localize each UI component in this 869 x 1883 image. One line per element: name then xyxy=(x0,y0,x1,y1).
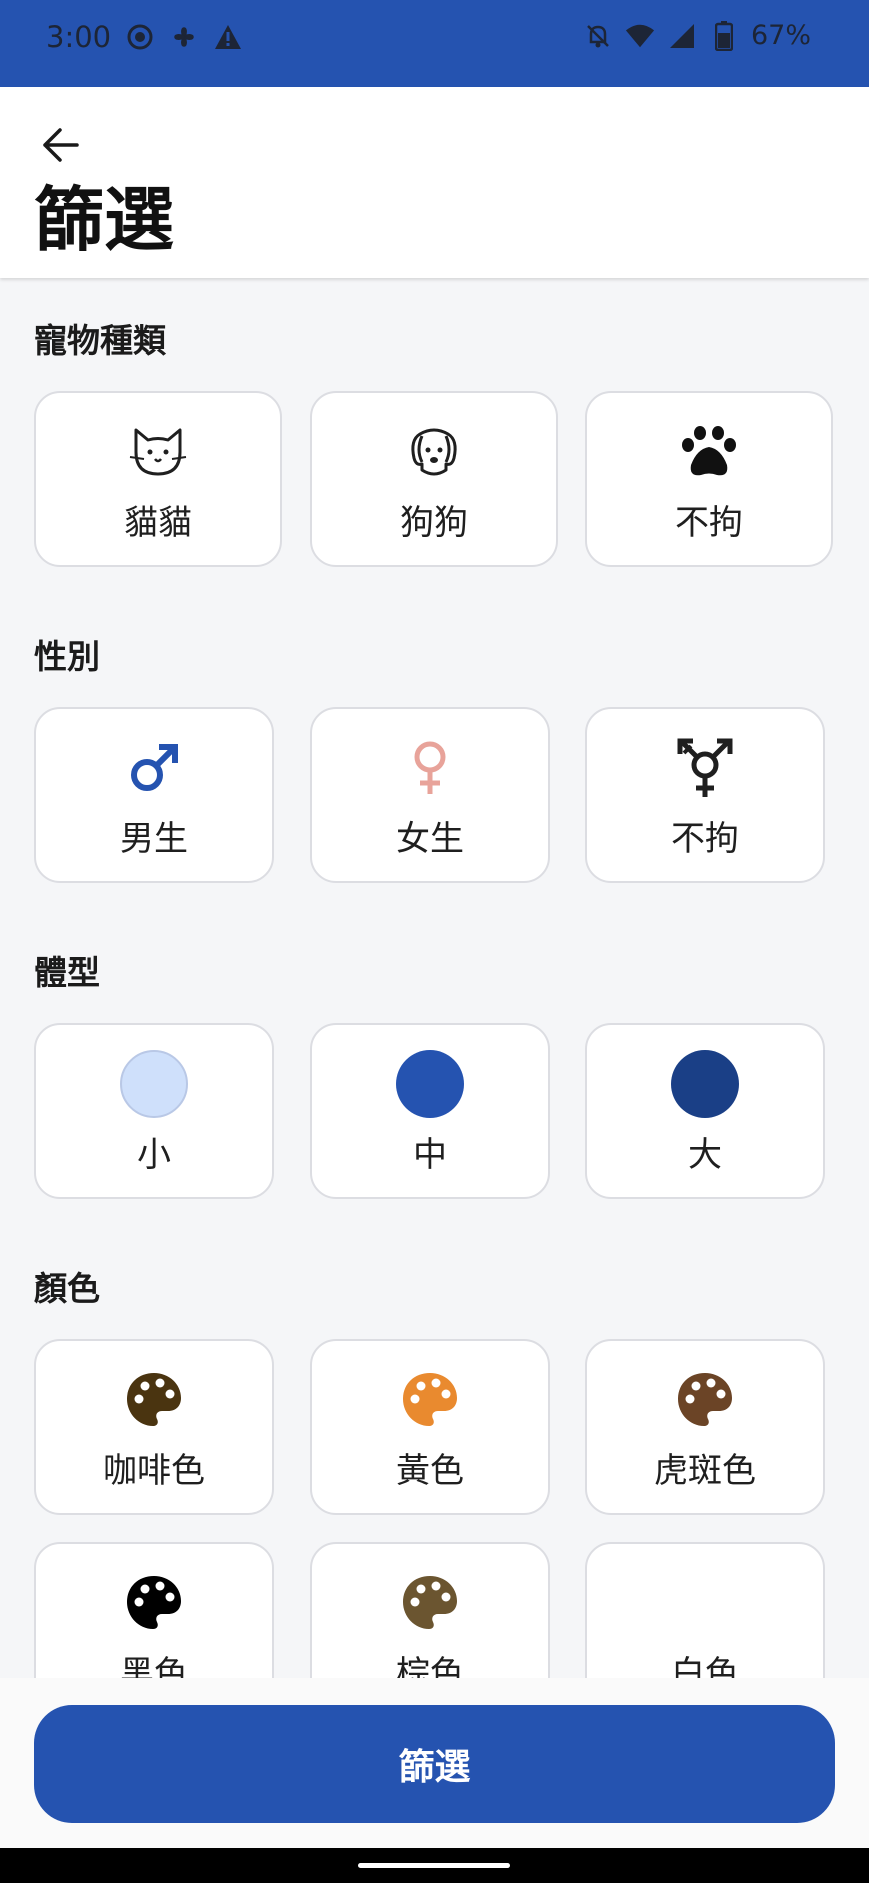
option-label: 男生 xyxy=(120,819,188,859)
palette-icon xyxy=(395,1371,465,1429)
palette-icon xyxy=(670,1371,740,1429)
option-label: 咖啡色 xyxy=(103,1451,205,1491)
option-label: 大 xyxy=(688,1135,722,1175)
palette-icon xyxy=(119,1371,189,1429)
filter-content[interactable]: 寵物種類 貓貓 狗狗 不拘 性別 男生 女生 不拘 體型 小 中 大 顏色 咖啡… xyxy=(0,278,869,1678)
status-bar: 3:00 67% xyxy=(0,0,869,87)
option-color-yellow[interactable]: 黃色 xyxy=(310,1339,550,1515)
palette-icon xyxy=(119,1574,189,1632)
option-color-brown[interactable]: 棕色 xyxy=(310,1542,550,1678)
option-color-white[interactable]: 白色 xyxy=(585,1542,825,1678)
screen-record-icon xyxy=(125,22,155,52)
female-icon xyxy=(395,739,465,797)
battery-icon xyxy=(709,20,739,51)
app-header: 篩選 xyxy=(0,87,869,278)
option-label: 黃色 xyxy=(396,1451,464,1491)
bottom-action-bar: 篩選 xyxy=(0,1678,869,1848)
option-color-tabby[interactable]: 虎斑色 xyxy=(585,1339,825,1515)
option-label: 虎斑色 xyxy=(654,1451,756,1491)
option-size-large[interactable]: 大 xyxy=(585,1023,825,1199)
back-button[interactable] xyxy=(34,119,86,171)
status-right: 67% xyxy=(583,20,811,51)
fan-icon xyxy=(169,22,199,52)
option-label: 女生 xyxy=(396,819,464,859)
option-label: 黑色 xyxy=(120,1654,188,1678)
paw-icon xyxy=(674,423,744,481)
section-title-color: 顏色 xyxy=(34,1269,100,1308)
palette-icon xyxy=(395,1574,465,1632)
option-label: 貓貓 xyxy=(124,503,192,543)
option-pet-dog[interactable]: 狗狗 xyxy=(310,391,558,567)
option-color-coffee[interactable]: 咖啡色 xyxy=(34,1339,274,1515)
warning-icon xyxy=(213,22,243,52)
option-label: 不拘 xyxy=(671,819,739,859)
status-left: 3:00 xyxy=(46,20,243,54)
size-swatch-large xyxy=(670,1050,740,1118)
signal-icon xyxy=(667,21,697,51)
notifications-off-icon xyxy=(583,21,613,51)
option-gender-male[interactable]: 男生 xyxy=(34,707,274,883)
page-title: 篩選 xyxy=(34,179,174,261)
option-label: 白色 xyxy=(671,1654,739,1678)
option-color-black[interactable]: 黑色 xyxy=(34,1542,274,1678)
male-icon xyxy=(119,739,189,797)
section-title-size: 體型 xyxy=(34,953,100,992)
size-swatch-medium xyxy=(395,1050,465,1118)
option-size-small[interactable]: 小 xyxy=(34,1023,274,1199)
section-title-pet-type: 寵物種類 xyxy=(34,321,166,360)
section-title-gender: 性別 xyxy=(34,637,100,676)
wifi-icon xyxy=(625,21,655,51)
option-label: 棕色 xyxy=(396,1654,464,1678)
option-label: 中 xyxy=(413,1135,447,1175)
home-indicator[interactable] xyxy=(358,1863,510,1868)
cat-icon xyxy=(123,423,193,481)
size-swatch-small xyxy=(119,1050,189,1118)
status-time: 3:00 xyxy=(46,20,112,54)
option-gender-any[interactable]: 不拘 xyxy=(585,707,825,883)
system-nav-bar xyxy=(0,1848,869,1883)
option-pet-cat[interactable]: 貓貓 xyxy=(34,391,282,567)
apply-filter-button[interactable]: 篩選 xyxy=(34,1705,835,1823)
option-label: 不拘 xyxy=(675,503,743,543)
dog-icon xyxy=(399,423,469,481)
option-pet-any[interactable]: 不拘 xyxy=(585,391,833,567)
option-gender-female[interactable]: 女生 xyxy=(310,707,550,883)
option-size-medium[interactable]: 中 xyxy=(310,1023,550,1199)
option-label: 狗狗 xyxy=(400,503,468,543)
transgender-icon xyxy=(670,738,740,797)
option-label: 小 xyxy=(137,1135,171,1175)
battery-percent: 67% xyxy=(750,20,811,51)
arrow-left-icon xyxy=(43,128,79,162)
palette-icon xyxy=(670,1574,740,1632)
